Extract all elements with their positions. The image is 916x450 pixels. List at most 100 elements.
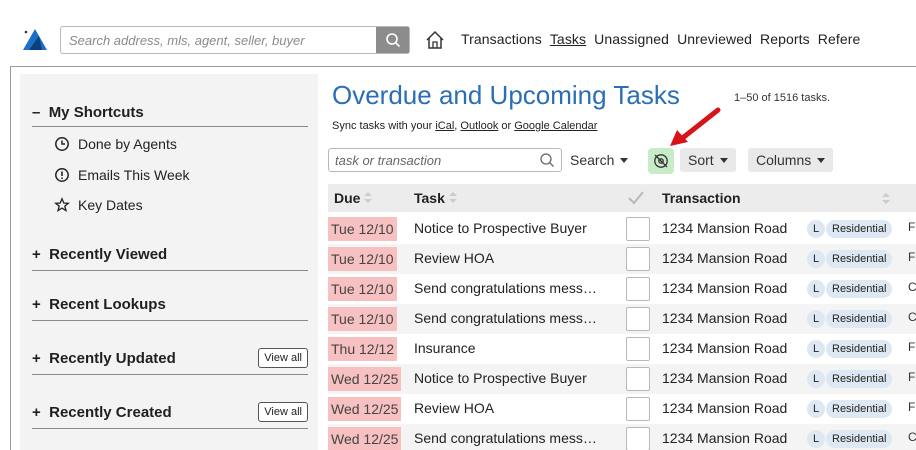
table-row[interactable]: Wed 12/25 Review HOA 1234 Mansion Road L Res… <box>328 394 916 424</box>
property-type-badge: Residential <box>826 430 893 448</box>
task-complete-checkbox[interactable] <box>626 397 650 421</box>
truncated-column-cell: F <box>908 370 916 384</box>
shortcut-emails-this-week[interactable]: Emails This Week <box>54 167 190 183</box>
sort-icon <box>448 192 457 204</box>
sort-icon <box>364 192 373 204</box>
sync-prefix: Sync tasks with your <box>332 120 433 132</box>
search-icon <box>385 33 400 48</box>
transaction-address[interactable]: 1234 Mansion Road <box>662 370 787 386</box>
table-row[interactable]: Tue 12/10 Send congratulations mess… 1234 … <box>328 304 916 334</box>
transaction-address[interactable]: 1234 Mansion Road <box>662 280 787 296</box>
table-row[interactable]: Tue 12/10 Review HOA 1234 Mansion Road L Res… <box>328 244 916 274</box>
due-date-badge: Tue 12/10 <box>328 247 397 271</box>
eye-off-icon <box>654 154 668 168</box>
task-count: 1–50 of 1516 tasks. <box>734 92 831 104</box>
nav-unassigned[interactable]: Unassigned <box>594 31 669 47</box>
shortcut-done-by-agents[interactable]: Done by Agents <box>54 136 177 152</box>
view-all-created-button[interactable]: View all <box>258 402 308 422</box>
task-name[interactable]: Review HOA <box>414 400 614 416</box>
table-row[interactable]: Thu 12/12 Insurance 1234 Mansion Road L Resi… <box>328 334 916 364</box>
transaction-address[interactable]: 1234 Mansion Road <box>662 400 787 416</box>
task-filter-input[interactable] <box>329 152 539 168</box>
main-nav: Transactions Tasks Unassigned Unreviewed… <box>461 31 868 47</box>
columns-dropdown-button[interactable]: Columns <box>748 148 834 172</box>
truncated-column-cell: C <box>908 430 916 444</box>
shortcut-label: Emails This Week <box>78 167 190 183</box>
task-complete-checkbox[interactable] <box>626 277 650 301</box>
google-calendar-link[interactable]: Google Calendar <box>514 120 597 132</box>
transaction-address[interactable]: 1234 Mansion Road <box>662 220 787 236</box>
transaction-address[interactable]: 1234 Mansion Road <box>662 340 787 356</box>
task-name[interactable]: Notice to Prospective Buyer <box>414 220 614 236</box>
sidebar: – My Shortcuts Done by Agents Emails Thi… <box>20 74 318 450</box>
table-row[interactable]: Tue 12/10 Send congratulations mess… 1234 … <box>328 274 916 304</box>
column-transaction[interactable]: Transaction <box>662 190 741 206</box>
property-type-badge: Residential <box>826 370 893 388</box>
sort-icon[interactable] <box>882 193 890 205</box>
table-row[interactable]: Wed 12/25 Send congratulations mess… 1234 … <box>328 424 916 450</box>
table-row[interactable]: Wed 12/25 Notice to Prospective Buyer 1234… <box>328 364 916 394</box>
recently-updated-header[interactable]: + Recently Updated <box>32 350 176 367</box>
task-complete-checkbox[interactable] <box>626 217 650 241</box>
recently-created-header[interactable]: + Recently Created <box>32 404 172 421</box>
task-name[interactable]: Send congratulations mess… <box>414 310 614 326</box>
task-complete-checkbox[interactable] <box>626 247 650 271</box>
view-all-updated-button[interactable]: View all <box>258 348 308 368</box>
recent-lookups-header[interactable]: + Recent Lookups <box>32 296 166 313</box>
top-bar: Transactions Tasks Unassigned Unreviewed… <box>0 0 916 74</box>
app-logo-icon[interactable] <box>20 26 50 54</box>
shortcut-key-dates[interactable]: Key Dates <box>54 197 143 213</box>
expand-icon: + <box>32 350 41 367</box>
truncated-column-cell: F <box>908 250 916 264</box>
alert-circle-icon <box>55 168 69 182</box>
transaction-address[interactable]: 1234 Mansion Road <box>662 310 787 326</box>
my-shortcuts-label: My Shortcuts <box>48 104 144 121</box>
ical-link[interactable]: iCal <box>435 120 454 132</box>
divider <box>32 428 308 429</box>
task-name[interactable]: Review HOA <box>414 250 614 266</box>
task-name[interactable]: Send congratulations mess… <box>414 280 614 296</box>
task-complete-checkbox[interactable] <box>626 367 650 391</box>
nav-transactions[interactable]: Transactions <box>461 31 542 47</box>
recently-viewed-header[interactable]: + Recently Viewed <box>32 246 167 263</box>
column-due[interactable]: Due <box>334 190 373 206</box>
my-shortcuts-header[interactable]: – My Shortcuts <box>32 104 144 121</box>
global-search-button[interactable] <box>376 27 409 53</box>
task-complete-checkbox[interactable] <box>626 427 650 450</box>
transaction-address[interactable]: 1234 Mansion Road <box>662 430 787 446</box>
sort-dropdown-button[interactable]: Sort <box>680 148 736 172</box>
search-dropdown-button[interactable]: Search <box>562 148 636 172</box>
nav-tasks[interactable]: Tasks <box>550 31 586 47</box>
truncated-column-cell: C <box>908 280 916 294</box>
checkmark-icon <box>628 191 644 205</box>
property-type-badge: Residential <box>826 220 893 238</box>
task-name[interactable]: Insurance <box>414 340 614 356</box>
outlook-link[interactable]: Outlook <box>460 120 498 132</box>
due-date-badge: Wed 12/25 <box>328 427 402 450</box>
task-name[interactable]: Notice to Prospective Buyer <box>414 370 614 386</box>
divider <box>32 320 308 321</box>
task-name[interactable]: Send congratulations mess… <box>414 430 614 446</box>
search-icon[interactable] <box>539 152 555 168</box>
task-complete-checkbox[interactable] <box>626 307 650 331</box>
main-panel: Overdue and Upcoming Tasks 1–50 of 1516 … <box>318 74 916 450</box>
global-search-input[interactable] <box>61 27 376 53</box>
transaction-address[interactable]: 1234 Mansion Road <box>662 250 787 266</box>
nav-unreviewed[interactable]: Unreviewed <box>677 31 752 47</box>
expand-icon: + <box>32 246 41 263</box>
property-type-badge: Residential <box>826 250 893 268</box>
due-date-badge: Tue 12/10 <box>328 277 397 301</box>
recently-created-label: Recently Created <box>49 404 172 421</box>
home-icon[interactable] <box>424 29 446 51</box>
nav-reports[interactable]: Reports <box>760 31 810 47</box>
task-complete-checkbox[interactable] <box>626 337 650 361</box>
hide-completed-toggle[interactable] <box>648 148 674 174</box>
collapse-icon: – <box>32 104 41 121</box>
due-date-badge: Tue 12/10 <box>328 217 397 241</box>
shortcut-label: Done by Agents <box>78 136 177 152</box>
nav-referrals[interactable]: Refere <box>818 31 861 47</box>
property-type-badge: Residential <box>826 310 893 328</box>
sort-button-label: Sort <box>688 152 714 168</box>
column-task[interactable]: Task <box>414 190 457 206</box>
table-row[interactable]: Tue 12/10 Notice to Prospective Buyer 1234… <box>328 214 916 244</box>
